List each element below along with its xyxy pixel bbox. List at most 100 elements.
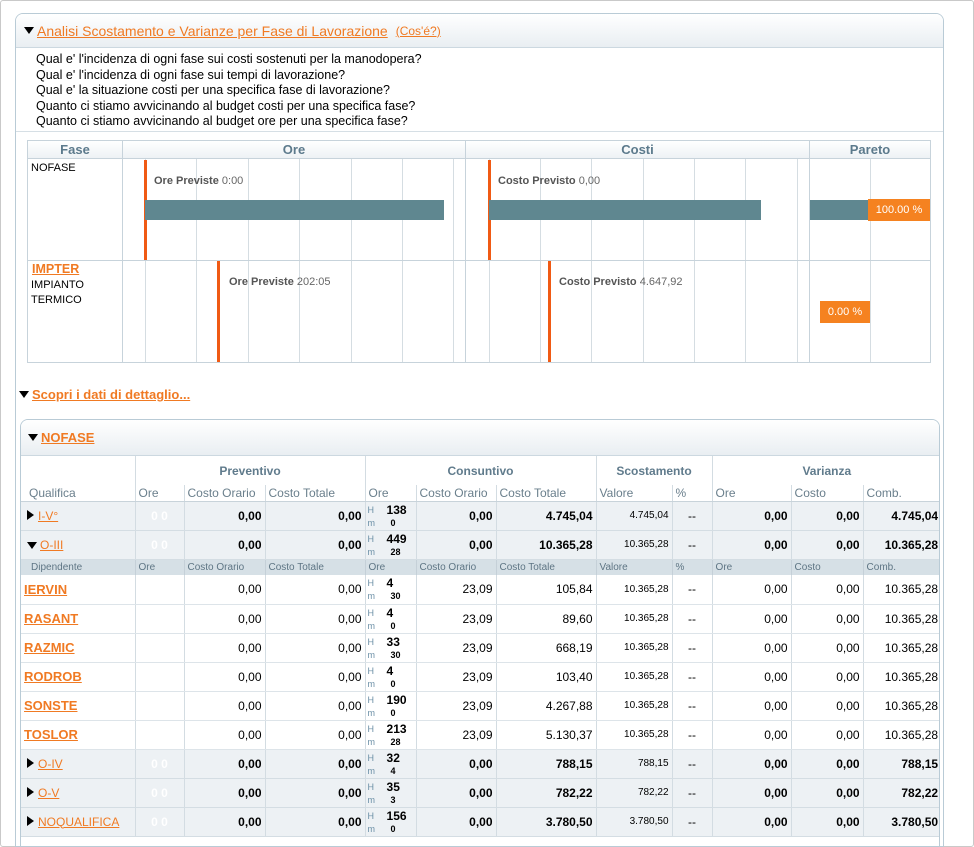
deviation-value-cell: 782,22 [595, 778, 673, 808]
employee-row[interactable]: IERVIN 0,00 0,00 Hm 4 30 23,09 105,84 10.365,28-… [21, 575, 939, 605]
hours-minutes-cell: Hm 156 0 [364, 807, 417, 837]
planned-hourly-cost-cell: 0,00 [183, 633, 265, 663]
phase-code-link[interactable]: IMPTER [32, 262, 79, 276]
planned-total-cost-cell: 0,00 [264, 530, 366, 560]
deviation-percent-cell: -- [671, 662, 713, 692]
planned-hours-cell: 0 0 [134, 530, 184, 560]
employee-link[interactable]: IERVIN [24, 582, 67, 597]
expand-icon[interactable] [27, 757, 34, 768]
employee-link[interactable]: RAZMIC [24, 640, 75, 655]
employee-link[interactable]: RODROB [24, 669, 82, 684]
planned-total-cost-cell: 0,00 [264, 633, 366, 663]
employee-row[interactable]: RAZMIC 0,00 0,00 Hm 33 30 23,09 668,19 10.365,28… [21, 633, 939, 663]
column-header: Ore [711, 485, 792, 502]
column-header: Costo Totale [264, 485, 366, 502]
column-header-ore: Ore [123, 141, 466, 159]
collapse-icon[interactable] [27, 541, 37, 549]
hours-minutes-cell: Hm 33 30 [364, 633, 417, 663]
employee-cell[interactable]: TOSLOR [21, 720, 135, 750]
planned-hourly-cost-cell: 0,00 [183, 778, 265, 808]
column-header: Valore [595, 485, 673, 502]
employee-cell[interactable]: RODROB [21, 662, 135, 692]
hours-minutes-cell: Hm40 [364, 662, 417, 692]
detail-link[interactable]: Scopri i dati di dettaglio... [32, 387, 190, 402]
qualifica-cell[interactable]: O-IV [21, 749, 135, 779]
variance-cost-cell: 0,00 [790, 720, 864, 750]
expand-icon[interactable] [27, 815, 34, 826]
hours-minutes-cell: Hm 32 4 [364, 749, 417, 779]
employee-row[interactable]: RASANT 0,00 0,00 Hm 4 0 23,09 89,60 10.365,28 -- 0… [21, 604, 939, 634]
variance-hours-cell: 0,00 [711, 662, 792, 692]
deviation-value-cell: 3.780,50 [595, 807, 673, 837]
qualifica-link[interactable]: O-III [40, 538, 63, 552]
panel-header[interactable]: Analisi Scostamento e Varianze per Fase … [16, 14, 943, 48]
planned-total-cost-cell: 0,00 [264, 749, 366, 779]
planned-hours-cell: 0 0 [134, 749, 184, 779]
deviation-percent-cell: -- [671, 720, 713, 750]
qualifica-cell[interactable]: O-III [21, 530, 135, 560]
employee-link[interactable]: RASANT [24, 611, 78, 626]
employee-cell[interactable]: RASANT [21, 604, 135, 634]
collapse-icon[interactable] [24, 27, 34, 34]
deviation-percent-cell: -- [671, 778, 713, 808]
employee-column-header: Ore [711, 559, 792, 575]
employee-cell[interactable]: IERVIN [21, 575, 135, 605]
employee-column-header: Costo [790, 559, 864, 575]
expand-icon[interactable] [27, 786, 34, 797]
hours-minutes-cell: Hm 4 30 [364, 575, 417, 605]
qualifica-row[interactable]: NOQUALIFICA 0 0 0,00 0,00 Hm 156 0 0,00 3.780,50… [21, 807, 939, 837]
employee-link[interactable]: SONSTE [24, 698, 77, 713]
qualifica-cell[interactable]: O-V [21, 778, 135, 808]
variance-hours-cell: 0,00 [711, 501, 792, 531]
planned-hours-cell: 0 0 [134, 778, 184, 808]
actual-hourly-cost-cell: 0,00 [415, 749, 497, 779]
qualifica-cell[interactable]: NOQUALIFICA [21, 807, 135, 837]
qualifica-link[interactable]: O-V [38, 786, 59, 800]
employee-link[interactable]: TOSLOR [24, 727, 78, 742]
qualifica-link[interactable]: O-IV [38, 757, 63, 771]
planned-hourly-cost-cell: 0,00 [183, 720, 265, 750]
detail-toggle[interactable]: Scopri i dati di dettaglio... [19, 387, 190, 402]
question-item: Qual e' la situazione costi per una spec… [36, 83, 390, 97]
collapse-icon[interactable] [28, 434, 38, 441]
question-item: Quanto ci stiamo avvicinando al budget o… [36, 114, 408, 128]
planned-total-cost-cell: 0,00 [264, 501, 366, 531]
variance-hours-cell: 0,00 [711, 720, 792, 750]
hours-minutes-cell: Hm 138 0 [364, 501, 417, 531]
employee-cell[interactable]: SONSTE [21, 691, 135, 721]
pareto-bar [810, 200, 870, 220]
panel-title[interactable]: Analisi Scostamento e Varianze per Fase … [37, 23, 388, 39]
phase-detail-header[interactable]: NOFASE [21, 420, 939, 456]
qualifica-row[interactable]: O-III 0 0 0,00 0,00 Hm 449 28 0,00 10.365,28 10.3… [21, 530, 939, 560]
column-header: % [671, 485, 713, 502]
variance-hours-cell: 0,00 [711, 778, 792, 808]
planned-hours-cell [134, 662, 184, 692]
expand-icon[interactable] [19, 391, 29, 398]
phase-name: NOFASE [31, 162, 76, 174]
group-header-preventivo: Preventivo [134, 456, 366, 485]
employee-row[interactable]: RODROB 0,00 0,00 Hm 4 0 23,09 103,40 10.365,28 --… [21, 662, 939, 692]
employee-row[interactable]: TOSLOR 0,00 0,00 Hm 213 28 23,09 5.130,37 10.365… [21, 720, 939, 750]
variance-hours-cell: 0,00 [711, 691, 792, 721]
actual-hourly-cost-cell: 23,09 [415, 633, 497, 663]
ore-actual-bar [145, 200, 444, 220]
actual-total-cost-cell: 5.130,37 [495, 720, 597, 750]
phase-detail-title[interactable]: NOFASE [41, 430, 94, 445]
qualifica-cell[interactable]: I-V° [21, 501, 135, 531]
actual-hourly-cost-cell: 0,00 [415, 807, 497, 837]
hours-minutes-cell: Hm 213 28 [364, 720, 417, 750]
whats-this-link[interactable]: (Cos'é?) [396, 24, 441, 38]
column-header: Comb. [862, 485, 939, 502]
expand-icon[interactable] [27, 509, 34, 520]
deviation-percent-cell: -- [671, 633, 713, 663]
qualifica-row[interactable]: O-IV 0 0 0,00 0,00 Hm 32 4 0,00 788,15 788,15 -- 0,… [21, 749, 939, 779]
employee-cell[interactable]: RAZMIC [21, 633, 135, 663]
qualifica-link[interactable]: I-V° [38, 509, 58, 523]
qualifica-row[interactable]: I-V° 0 0 0,00 0,00 Hm 138 0 0,00 4.745,04 4.745,0… [21, 501, 939, 531]
planned-total-cost-cell: 0,00 [264, 662, 366, 692]
actual-hourly-cost-cell: 0,00 [415, 530, 497, 560]
qualifica-link[interactable]: NOQUALIFICA [38, 815, 119, 829]
employee-row[interactable]: SONSTE 0,00 0,00 Hm 190 0 23,09 4.267,88 10.365,… [21, 691, 939, 721]
qualifica-row[interactable]: O-V 0 0 0,00 0,00 Hm 35 3 0,00 782,22 782,22 -- 0,0… [21, 778, 939, 808]
employee-header-row: Dipendente Ore Costo Orario Costo Totale Ore… [21, 559, 939, 575]
